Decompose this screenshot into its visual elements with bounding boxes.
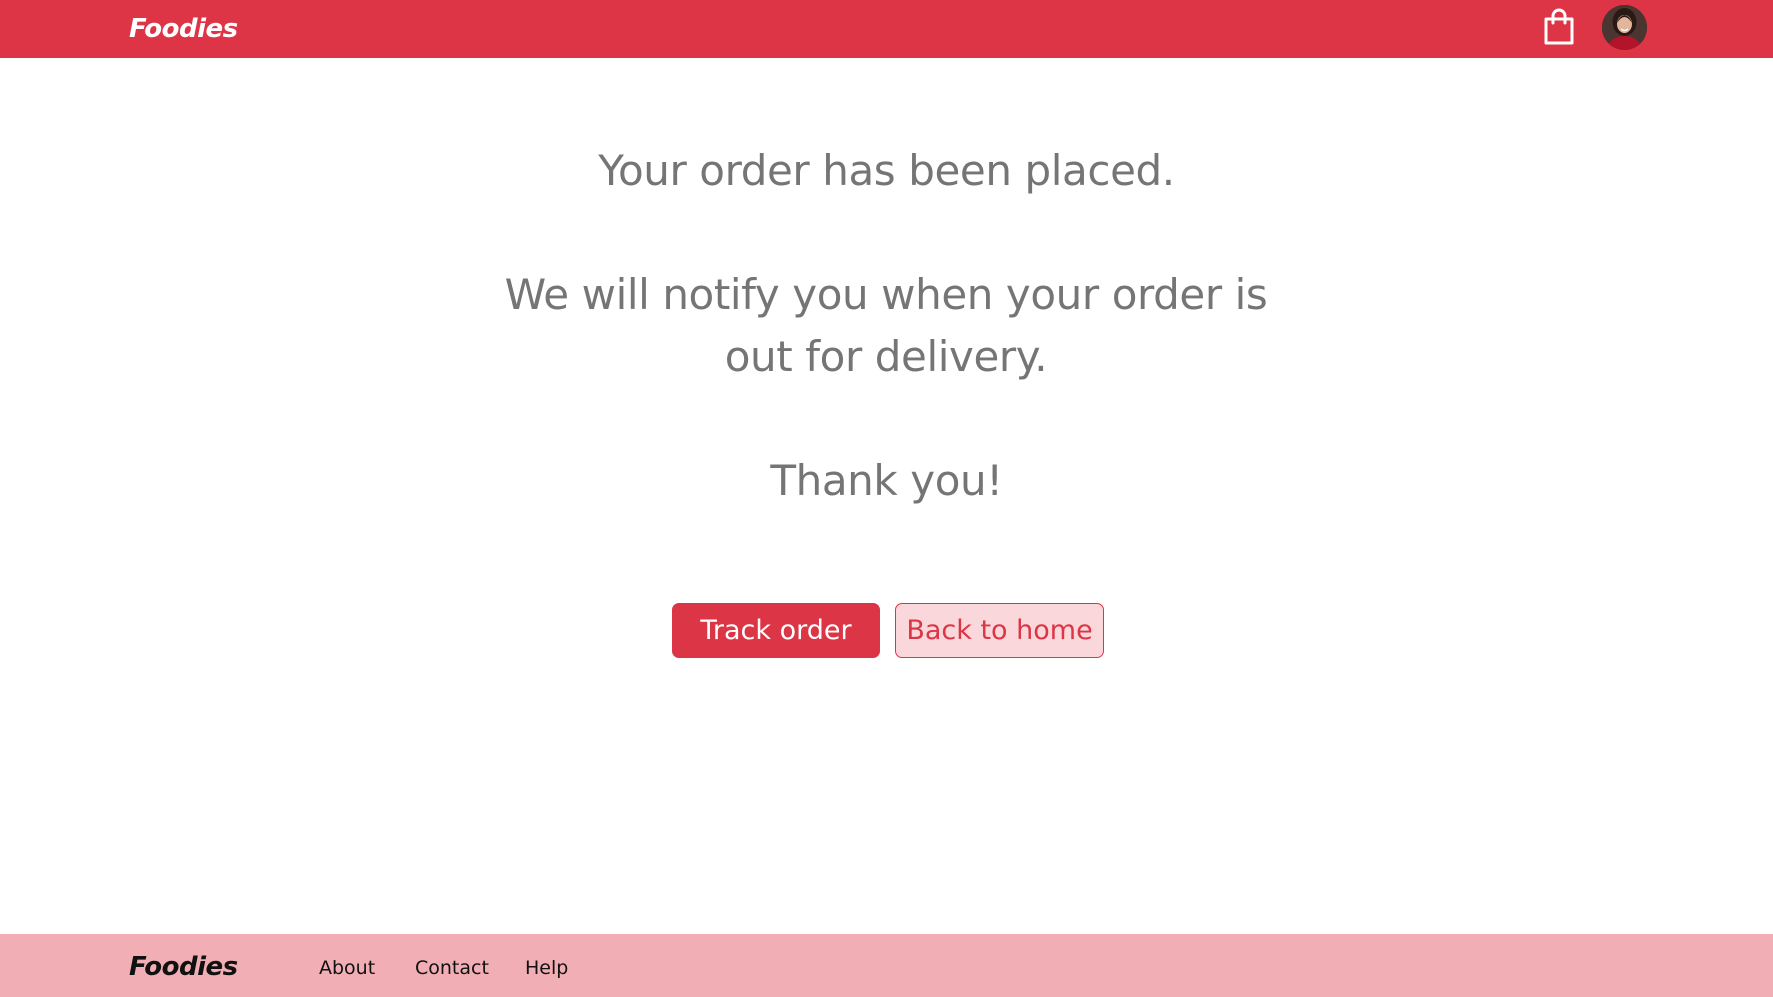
footer: Foodies About Contact Help <box>0 934 1773 997</box>
brand-logo[interactable]: Foodies <box>129 12 238 46</box>
avatar-image <box>1602 5 1647 50</box>
back-to-home-button[interactable]: Back to home <box>895 603 1104 658</box>
footer-link-contact[interactable]: Contact <box>415 956 489 980</box>
shopping-bag-icon[interactable] <box>1542 8 1576 46</box>
thank-you-message: Thank you! <box>770 456 1003 505</box>
confirmation-heading: Your order has been placed. <box>598 146 1175 195</box>
user-avatar[interactable] <box>1602 5 1647 50</box>
track-order-button[interactable]: Track order <box>672 603 880 658</box>
footer-brand-logo[interactable]: Foodies <box>129 950 238 984</box>
delivery-notice: We will notify you when your order is ou… <box>504 270 1268 381</box>
top-navbar: Foodies <box>0 0 1773 58</box>
footer-link-help[interactable]: Help <box>525 956 568 980</box>
footer-link-about[interactable]: About <box>319 956 375 980</box>
